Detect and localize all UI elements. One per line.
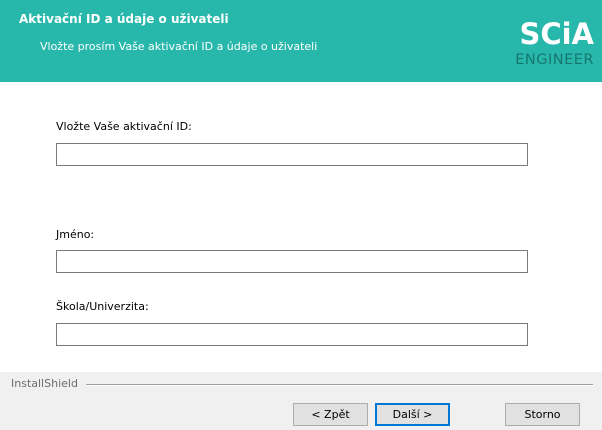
- header-banner: Aktivační ID a údaje o uživateli Vložte …: [0, 0, 602, 82]
- cancel-button[interactable]: Storno: [505, 403, 580, 426]
- school-input[interactable]: [56, 323, 528, 346]
- name-label: Jméno:: [56, 228, 94, 241]
- installer-dialog: Aktivační ID a údaje o uživateli Vložte …: [0, 0, 602, 430]
- logo-engineer-text: ENGINEER: [515, 52, 594, 68]
- scia-engineer-logo: SCiA ENGINEER: [498, 18, 594, 74]
- dialog-subtitle: Vložte prosím Vaše aktivační ID a údaje …: [40, 40, 318, 53]
- next-button[interactable]: Další >: [375, 403, 450, 426]
- activation-id-label: Vložte Vaše aktivační ID:: [56, 120, 192, 133]
- installshield-label: InstallShield: [11, 377, 84, 390]
- form-panel: Vložte Vaše aktivační ID: Jméno: Škola/U…: [0, 82, 602, 372]
- logo-scia-text: SCiA: [519, 17, 594, 51]
- activation-id-input[interactable]: [56, 143, 528, 166]
- dialog-title: Aktivační ID a údaje o uživateli: [19, 12, 229, 26]
- back-button[interactable]: < Zpět: [293, 403, 368, 426]
- name-input[interactable]: [56, 250, 528, 273]
- name-label-text: méno:: [59, 228, 95, 241]
- footer-divider: [86, 384, 593, 386]
- school-label: Škola/Univerzita:: [56, 300, 149, 313]
